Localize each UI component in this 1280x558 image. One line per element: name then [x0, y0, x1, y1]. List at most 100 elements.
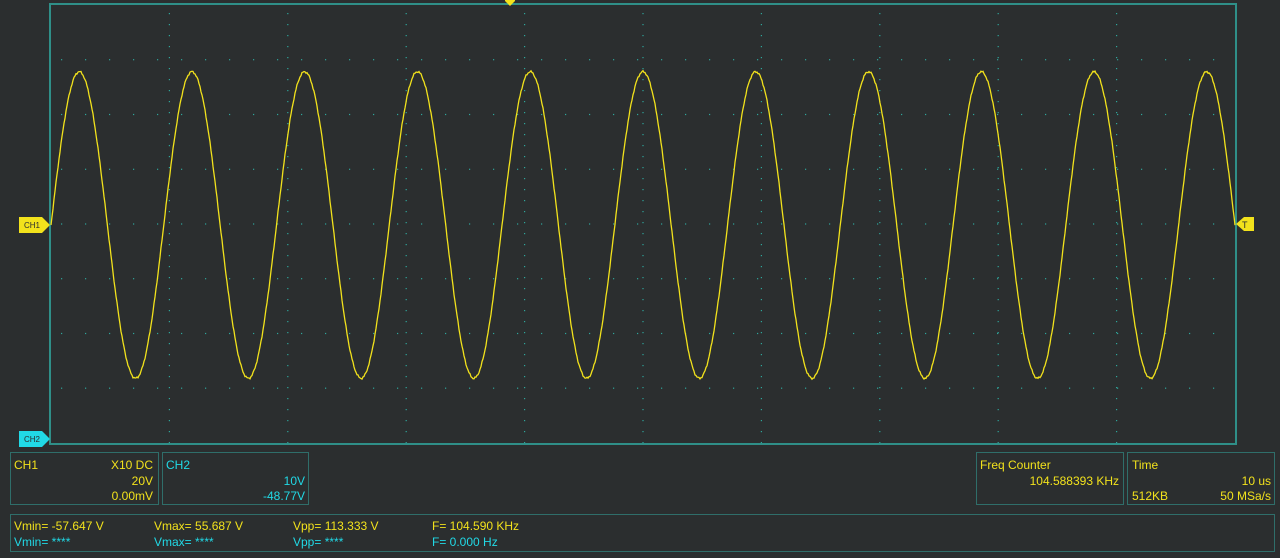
grid-dot	[493, 113, 495, 116]
grid-dot	[760, 365, 762, 367]
grid-dot	[1093, 223, 1095, 225]
grid-dot	[1116, 189, 1118, 191]
grid-dot	[1116, 24, 1118, 26]
grid-dot	[997, 145, 999, 147]
grid-dot	[733, 387, 735, 389]
grid-dot	[997, 409, 999, 411]
grid-dot	[877, 113, 879, 116]
time-per-div[interactable]: 10 us	[1242, 474, 1271, 488]
grid-dot	[109, 223, 111, 225]
grid-dot	[565, 332, 567, 335]
grid-dot	[287, 343, 289, 345]
grid-dot	[524, 134, 526, 136]
ch2-level-marker[interactable]: CH2	[19, 431, 50, 447]
grid-dot	[733, 223, 735, 225]
grid-dot	[541, 223, 543, 225]
grid-dot	[760, 277, 762, 279]
ch2-offset[interactable]: -48.77V	[263, 489, 305, 503]
grid-dot	[589, 332, 591, 335]
grid-dot	[760, 255, 762, 257]
grid-dot	[997, 321, 999, 323]
grid-dot	[287, 68, 289, 70]
grid-dot	[642, 112, 644, 114]
grid-dot	[287, 112, 289, 114]
grid-dot	[877, 332, 879, 335]
grid-dot	[642, 365, 644, 367]
grid-dot	[879, 266, 881, 268]
grid-dot	[925, 168, 927, 170]
grid-dot	[997, 223, 999, 225]
grid-dot	[524, 123, 526, 125]
grid-dot	[760, 156, 762, 158]
grid-dot	[85, 278, 87, 280]
grid-dot	[642, 134, 644, 136]
scope-display[interactable]: CH1 CH2 T	[0, 0, 1280, 450]
ch2-vmax: Vmax= ****	[154, 535, 214, 549]
grid-dot	[829, 113, 831, 116]
grid-dot	[781, 387, 783, 389]
grid-dot	[277, 278, 279, 280]
ch1-settings-panel[interactable]: CH1 X10 DC 20V 0.00mV	[10, 452, 159, 505]
memory-depth[interactable]: 512KB	[1132, 489, 1168, 503]
grid-dot	[1045, 59, 1047, 61]
grid-dot	[287, 255, 289, 257]
grid-dot	[1116, 145, 1118, 147]
ch2-marker-label: CH2	[24, 435, 41, 444]
grid-dot	[349, 113, 351, 116]
ch1-probe-coupling[interactable]: X10 DC	[111, 458, 153, 472]
grid-dot	[1141, 387, 1143, 389]
grid-dot	[1093, 168, 1095, 170]
grid-dot	[805, 223, 807, 225]
grid-dot	[997, 233, 999, 235]
grid-dot	[997, 59, 999, 61]
grid-dot	[1189, 223, 1191, 225]
grid-dot	[709, 168, 711, 170]
grid-dot	[901, 223, 903, 225]
grid-dot	[642, 277, 644, 279]
grid-dot	[405, 24, 407, 26]
grid-dot	[1116, 46, 1118, 48]
grid-dot	[642, 211, 644, 213]
grid-dot	[973, 387, 975, 389]
grid-dot	[637, 168, 639, 170]
grid-dot	[879, 387, 881, 389]
grid-dot	[397, 113, 399, 116]
ch1-offset[interactable]: 0.00mV	[112, 489, 153, 503]
grid-dot	[287, 90, 289, 92]
grid-dot	[405, 189, 407, 191]
grid-dot	[287, 13, 289, 15]
grid-dot	[853, 332, 855, 335]
grid-dot	[685, 59, 687, 61]
grid-dot	[642, 288, 644, 290]
grid-dot	[405, 376, 407, 378]
grid-dot	[1021, 59, 1023, 61]
freq-counter-panel[interactable]: Freq Counter 104.588393 KHz	[976, 452, 1124, 505]
grid-dot	[524, 90, 526, 92]
grid-dot	[853, 223, 855, 225]
grid-dot	[781, 278, 783, 280]
grid-dot	[524, 266, 526, 268]
waveform-area[interactable]: CH1 CH2 T	[0, 0, 1280, 450]
grid-dot	[168, 68, 170, 70]
ch2-volts-per-div[interactable]: 10V	[284, 474, 305, 488]
grid-dot	[565, 387, 567, 389]
ch1-volts-per-div[interactable]: 20V	[132, 474, 153, 488]
ch2-settings-panel[interactable]: CH2 10V -48.77V	[162, 452, 309, 505]
timebase-panel[interactable]: Time 10 us 512KB 50 MSa/s	[1127, 452, 1275, 505]
grid-dot	[205, 387, 207, 389]
grid-dot	[637, 387, 639, 389]
grid-dot	[61, 113, 63, 116]
grid-dot	[757, 113, 759, 116]
grid-dot	[524, 244, 526, 246]
grid-dot	[973, 332, 975, 335]
ch1-level-marker[interactable]: CH1	[19, 217, 50, 233]
grid-dot	[613, 332, 615, 335]
grid-dot	[879, 310, 881, 312]
grid-dot	[397, 59, 399, 61]
grid-dot	[901, 387, 903, 389]
grid-dot	[541, 113, 543, 116]
grid-dot	[589, 278, 591, 280]
grid-dot	[524, 255, 526, 257]
trigger-level-marker[interactable]: T	[1236, 217, 1254, 231]
grid-dot	[287, 211, 289, 213]
